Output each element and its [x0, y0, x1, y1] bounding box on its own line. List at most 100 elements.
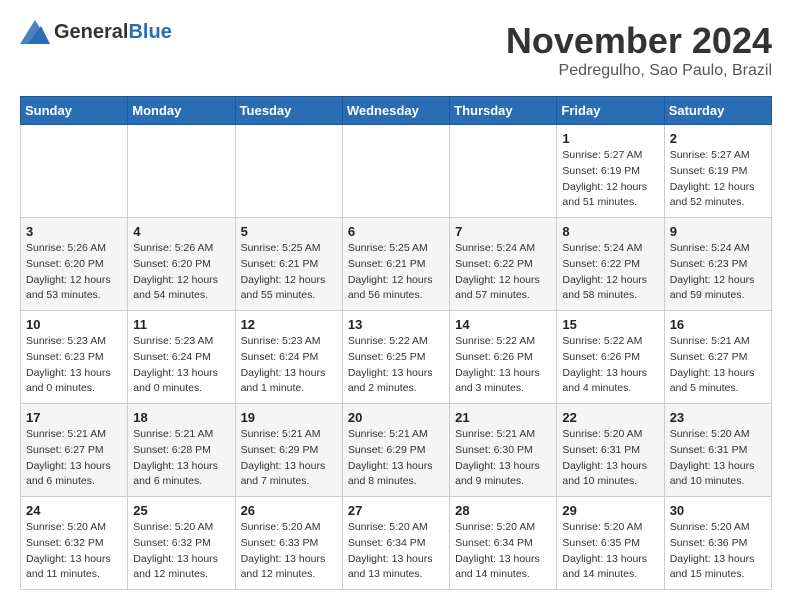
calendar-week-row: 1 Sunrise: 5:27 AMSunset: 6:19 PMDaylight… [21, 125, 772, 218]
month-title: November 2024 [506, 20, 772, 62]
day-number: 17 [26, 410, 122, 425]
day-of-week-header: Monday [128, 97, 235, 125]
day-info: Sunrise: 5:20 AMSunset: 6:34 PMDaylight:… [348, 520, 444, 583]
day-number: 12 [241, 317, 337, 332]
calendar-cell: 8 Sunrise: 5:24 AMSunset: 6:22 PMDaylight… [557, 218, 664, 311]
day-info: Sunrise: 5:20 AMSunset: 6:31 PMDaylight:… [562, 427, 658, 490]
day-number: 29 [562, 503, 658, 518]
calendar-cell: 26 Sunrise: 5:20 AMSunset: 6:33 PMDayligh… [235, 497, 342, 590]
title-section: November 2024 Pedregulho, Sao Paulo, Bra… [506, 20, 772, 80]
calendar-cell: 23 Sunrise: 5:20 AMSunset: 6:31 PMDayligh… [664, 404, 771, 497]
calendar-cell: 7Sunrise: 5:24 AMSunset: 6:22 PMDaylight… [450, 218, 557, 311]
calendar-table: SundayMondayTuesdayWednesdayThursdayFrid… [20, 96, 772, 590]
calendar-cell: 29Sunrise: 5:20 AMSunset: 6:35 PMDayligh… [557, 497, 664, 590]
calendar-header: SundayMondayTuesdayWednesdayThursdayFrid… [21, 97, 772, 125]
day-number: 4 [133, 224, 229, 239]
day-number: 5 [241, 224, 337, 239]
calendar-cell: 6Sunrise: 5:25 AMSunset: 6:21 PMDaylight… [342, 218, 449, 311]
day-info: Sunrise: 5:21 AMSunset: 6:28 PMDaylight:… [133, 427, 229, 490]
day-number: 10 [26, 317, 122, 332]
calendar-cell: 21Sunrise: 5:21 AMSunset: 6:30 PMDayligh… [450, 404, 557, 497]
calendar-cell: 1 Sunrise: 5:27 AMSunset: 6:19 PMDaylight… [557, 125, 664, 218]
calendar-cell: 2 Sunrise: 5:27 AMSunset: 6:19 PMDaylight… [664, 125, 771, 218]
day-info: Sunrise: 5:22 AMSunset: 6:26 PMDaylight:… [562, 334, 658, 397]
calendar-cell: 17Sunrise: 5:21 AMSunset: 6:27 PMDayligh… [21, 404, 128, 497]
day-info: Sunrise: 5:26 AMSunset: 6:20 PMDaylight:… [133, 241, 229, 304]
logo-blue: Blue [128, 21, 171, 43]
calendar-cell: 15Sunrise: 5:22 AMSunset: 6:26 PMDayligh… [557, 311, 664, 404]
location-subtitle: Pedregulho, Sao Paulo, Brazil [506, 62, 772, 80]
calendar-cell: 5 Sunrise: 5:25 AMSunset: 6:21 PMDaylight… [235, 218, 342, 311]
calendar-week-row: 3 Sunrise: 5:26 AMSunset: 6:20 PMDaylight… [21, 218, 772, 311]
day-info: Sunrise: 5:25 AMSunset: 6:21 PMDaylight:… [241, 241, 337, 304]
calendar-body: 1 Sunrise: 5:27 AMSunset: 6:19 PMDaylight… [21, 125, 772, 590]
calendar-cell: 19 Sunrise: 5:21 AMSunset: 6:29 PMDayligh… [235, 404, 342, 497]
day-number: 2 [670, 131, 766, 146]
day-number: 8 [562, 224, 658, 239]
day-number: 28 [455, 503, 551, 518]
days-of-week-row: SundayMondayTuesdayWednesdayThursdayFrid… [21, 97, 772, 125]
day-number: 1 [562, 131, 658, 146]
day-info: Sunrise: 5:25 AMSunset: 6:21 PMDaylight:… [348, 241, 444, 304]
day-of-week-header: Tuesday [235, 97, 342, 125]
calendar-cell [128, 125, 235, 218]
day-info: Sunrise: 5:23 AMSunset: 6:24 PMDaylight:… [241, 334, 337, 397]
calendar-cell [450, 125, 557, 218]
calendar-cell: 3 Sunrise: 5:26 AMSunset: 6:20 PMDaylight… [21, 218, 128, 311]
day-of-week-header: Sunday [21, 97, 128, 125]
calendar-cell: 13Sunrise: 5:22 AMSunset: 6:25 PMDayligh… [342, 311, 449, 404]
day-number: 23 [670, 410, 766, 425]
day-info: Sunrise: 5:26 AMSunset: 6:20 PMDaylight:… [26, 241, 122, 304]
day-number: 19 [241, 410, 337, 425]
calendar-cell: 9 Sunrise: 5:24 AMSunset: 6:23 PMDaylight… [664, 218, 771, 311]
calendar-cell: 12 Sunrise: 5:23 AMSunset: 6:24 PMDayligh… [235, 311, 342, 404]
day-info: Sunrise: 5:24 AMSunset: 6:22 PMDaylight:… [562, 241, 658, 304]
day-of-week-header: Friday [557, 97, 664, 125]
day-of-week-header: Saturday [664, 97, 771, 125]
day-of-week-header: Wednesday [342, 97, 449, 125]
calendar-week-row: 10 Sunrise: 5:23 AMSunset: 6:23 PMDayligh… [21, 311, 772, 404]
day-info: Sunrise: 5:27 AMSunset: 6:19 PMDaylight:… [562, 148, 658, 211]
logo: GeneralBlue [20, 20, 172, 44]
day-info: Sunrise: 5:27 AMSunset: 6:19 PMDaylight:… [670, 148, 766, 211]
day-info: Sunrise: 5:21 AMSunset: 6:29 PMDaylight:… [241, 427, 337, 490]
calendar-cell [21, 125, 128, 218]
calendar-week-row: 17Sunrise: 5:21 AMSunset: 6:27 PMDayligh… [21, 404, 772, 497]
calendar-cell: 11 Sunrise: 5:23 AMSunset: 6:24 PMDayligh… [128, 311, 235, 404]
day-number: 3 [26, 224, 122, 239]
day-number: 26 [241, 503, 337, 518]
calendar-cell: 28 Sunrise: 5:20 AMSunset: 6:34 PMDayligh… [450, 497, 557, 590]
calendar-cell: 30 Sunrise: 5:20 AMSunset: 6:36 PMDayligh… [664, 497, 771, 590]
day-info: Sunrise: 5:22 AMSunset: 6:26 PMDaylight:… [455, 334, 551, 397]
day-number: 22 [562, 410, 658, 425]
calendar-week-row: 24 Sunrise: 5:20 AMSunset: 6:32 PMDayligh… [21, 497, 772, 590]
day-info: Sunrise: 5:20 AMSunset: 6:32 PMDaylight:… [133, 520, 229, 583]
calendar-cell: 22 Sunrise: 5:20 AMSunset: 6:31 PMDayligh… [557, 404, 664, 497]
day-number: 24 [26, 503, 122, 518]
day-info: Sunrise: 5:20 AMSunset: 6:34 PMDaylight:… [455, 520, 551, 583]
day-info: Sunrise: 5:23 AMSunset: 6:24 PMDaylight:… [133, 334, 229, 397]
day-number: 27 [348, 503, 444, 518]
calendar-cell: 10 Sunrise: 5:23 AMSunset: 6:23 PMDayligh… [21, 311, 128, 404]
day-number: 9 [670, 224, 766, 239]
calendar-cell: 27 Sunrise: 5:20 AMSunset: 6:34 PMDayligh… [342, 497, 449, 590]
day-info: Sunrise: 5:20 AMSunset: 6:33 PMDaylight:… [241, 520, 337, 583]
logo-general: General [54, 21, 128, 43]
day-number: 30 [670, 503, 766, 518]
day-info: Sunrise: 5:23 AMSunset: 6:23 PMDaylight:… [26, 334, 122, 397]
day-info: Sunrise: 5:24 AMSunset: 6:23 PMDaylight:… [670, 241, 766, 304]
day-info: Sunrise: 5:24 AMSunset: 6:22 PMDaylight:… [455, 241, 551, 304]
day-info: Sunrise: 5:20 AMSunset: 6:36 PMDaylight:… [670, 520, 766, 583]
calendar-cell [342, 125, 449, 218]
day-number: 11 [133, 317, 229, 332]
day-number: 14 [455, 317, 551, 332]
day-info: Sunrise: 5:20 AMSunset: 6:32 PMDaylight:… [26, 520, 122, 583]
day-info: Sunrise: 5:21 AMSunset: 6:30 PMDaylight:… [455, 427, 551, 490]
header: GeneralBlue November 2024 Pedregulho, Sa… [20, 20, 772, 80]
day-of-week-header: Thursday [450, 97, 557, 125]
day-info: Sunrise: 5:21 AMSunset: 6:27 PMDaylight:… [670, 334, 766, 397]
day-number: 18 [133, 410, 229, 425]
calendar-cell: 14 Sunrise: 5:22 AMSunset: 6:26 PMDayligh… [450, 311, 557, 404]
logo-text: GeneralBlue [54, 21, 172, 44]
day-info: Sunrise: 5:20 AMSunset: 6:31 PMDaylight:… [670, 427, 766, 490]
